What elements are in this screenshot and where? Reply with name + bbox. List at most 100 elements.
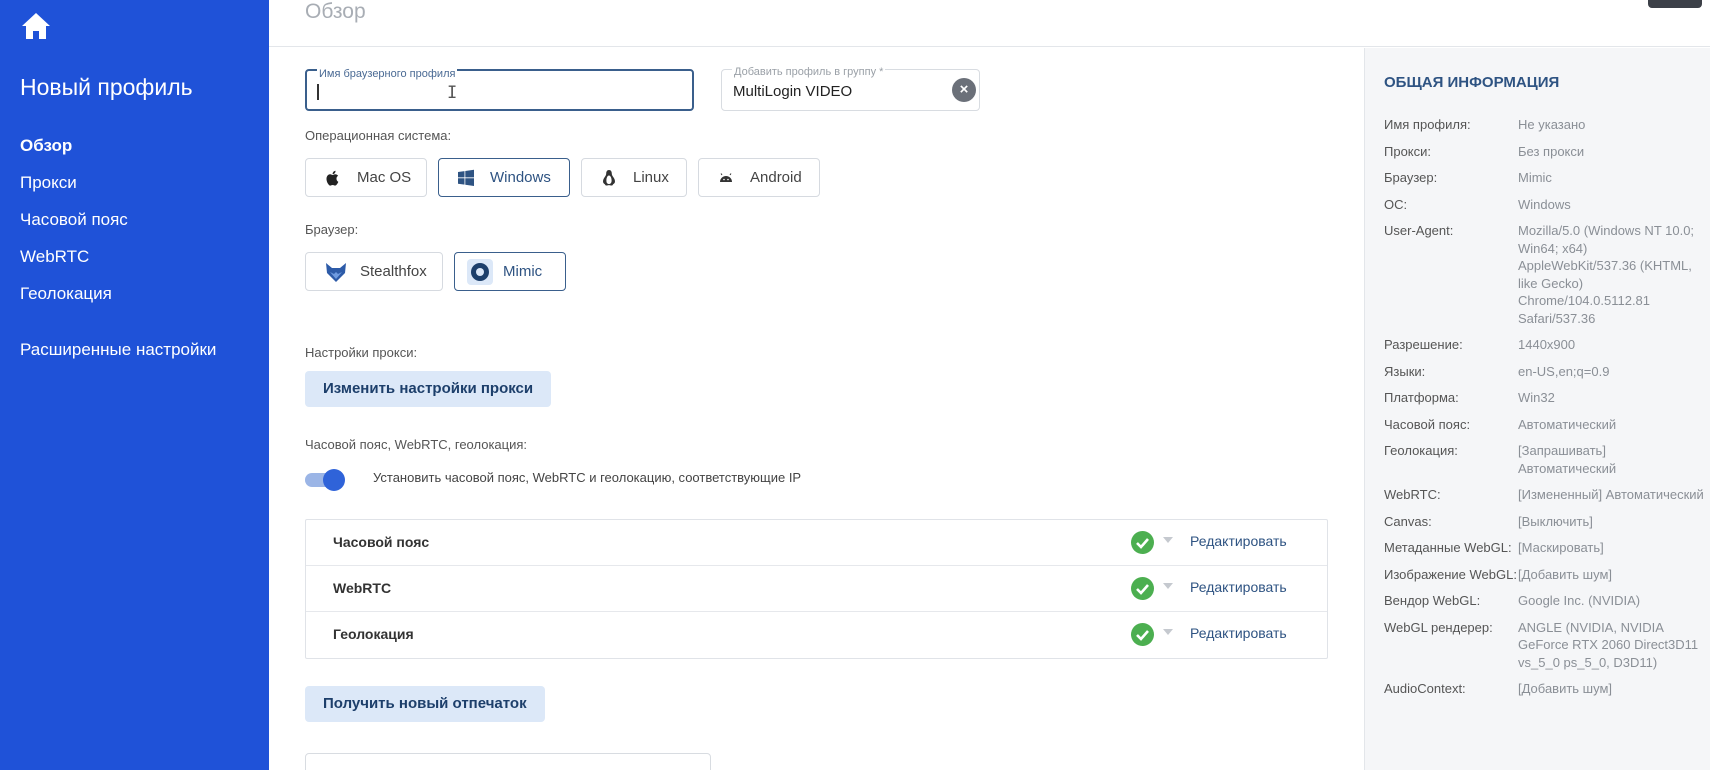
info-row: Платформа: Win32 (1384, 389, 1704, 407)
page-title: Обзор (305, 0, 366, 23)
info-row: Имя профиля: Не указано (1384, 116, 1704, 134)
info-value: en-US,en;q=0.9 (1518, 363, 1610, 379)
sidebar-item-webrtc[interactable]: WebRTC (20, 244, 128, 281)
edit-timezone-link[interactable]: Редактировать (1190, 533, 1287, 549)
info-key: Имя профиля: (1384, 117, 1471, 132)
info-value: [Маскировать] (1518, 540, 1604, 555)
info-row: Вендор WebGL: Google Inc. (NVIDIA) (1384, 592, 1704, 610)
auto-timezone-toggle[interactable] (305, 469, 345, 491)
toggle-knob (323, 469, 345, 491)
group-select-field[interactable]: Добавить профиль в группу * MultiLogin V… (721, 66, 980, 111)
info-key: Платформа: (1384, 390, 1459, 405)
info-row: Метаданные WebGL: [Маскировать] (1384, 539, 1704, 557)
sidebar-item-advanced[interactable]: Расширенные настройки (20, 340, 216, 360)
info-key: User-Agent: (1384, 223, 1454, 238)
info-key: AudioContext: (1384, 681, 1466, 696)
profile-name-label: Имя браузерного профиля (317, 68, 458, 80)
info-row: Canvas: [Выключить] (1384, 513, 1704, 531)
row-label: WebRTC (333, 580, 392, 596)
row-label: Геолокация (333, 626, 414, 642)
profile-name-field[interactable]: Имя браузерного профиля I (305, 68, 694, 111)
info-row: Прокси: Без прокси (1384, 143, 1704, 161)
group-select-label: Добавить профиль в группу * (732, 66, 886, 78)
list-item-geolocation: Геолокация Редактировать (306, 612, 1327, 658)
info-key: Прокси: (1384, 143, 1432, 159)
stealthfox-icon (326, 262, 346, 282)
info-key: Изображение WebGL: (1384, 566, 1517, 582)
os-option-label: Linux (633, 169, 669, 186)
info-row: Разрешение: 1440x900 (1384, 336, 1704, 354)
timezone-section-label: Часовой пояс, WebRTC, геолокация: (305, 437, 528, 452)
main-content: Имя браузерного профиля I Добавить профи… (269, 48, 1364, 770)
sidebar: Новый профиль Обзор Прокси Часовой пояс … (0, 0, 269, 770)
info-value: [Выключить] (1518, 513, 1593, 529)
edit-geolocation-link[interactable]: Редактировать (1190, 625, 1287, 641)
browser-option-mimic[interactable]: Mimic (454, 252, 566, 291)
os-option-macos[interactable]: Mac OS (305, 158, 427, 197)
bottom-input-field[interactable] (305, 753, 711, 770)
info-row: Геолокация: [Запрашивать] Автоматический (1384, 442, 1704, 477)
edit-webrtc-link[interactable]: Редактировать (1190, 579, 1287, 595)
linux-penguin-icon (603, 169, 615, 185)
clear-icon[interactable]: × (952, 78, 976, 102)
timezone-settings-list: Часовой пояс Редактировать WebRTC Редакт… (305, 519, 1328, 659)
sidebar-item-geolocation[interactable]: Геолокация (20, 281, 128, 318)
info-key: Браузер: (1384, 170, 1438, 185)
os-option-label: Mac OS (357, 169, 412, 186)
info-key: Вендор WebGL: (1384, 593, 1481, 608)
info-row: User-Agent: Mozilla/5.0 (Windows NT 10.0;… (1384, 222, 1704, 327)
info-value: ANGLE (NVIDIA, NVIDIA GeForce RTX 2060 D… (1518, 619, 1699, 670)
info-key: Метаданные WebGL: (1384, 540, 1512, 555)
mimic-icon (467, 258, 493, 285)
sidebar-nav: Обзор Прокси Часовой пояс WebRTC Геолока… (20, 133, 128, 318)
info-row: Браузер: Mimic (1384, 169, 1704, 187)
os-option-android[interactable]: Android (698, 158, 820, 197)
info-key: Геолокация: (1384, 443, 1458, 458)
edit-proxy-button[interactable]: Изменить настройки прокси (305, 371, 552, 407)
os-option-linux[interactable]: Linux (581, 158, 687, 197)
sidebar-item-overview[interactable]: Обзор (20, 133, 128, 170)
auto-timezone-toggle-label: Установить часовой пояс, WebRTC и геолок… (373, 470, 802, 485)
info-value: Mimic (1518, 170, 1552, 185)
info-key: Часовой пояс: (1384, 416, 1471, 432)
browser-option-label: Mimic (503, 263, 543, 280)
os-option-windows[interactable]: Windows (438, 158, 570, 197)
info-value: [Запрашивать] Автоматический (1518, 443, 1617, 476)
top-right-button[interactable] (1648, 0, 1702, 8)
caret-down-icon[interactable] (1163, 629, 1173, 635)
home-icon[interactable] (20, 11, 52, 41)
info-key: Canvas: (1384, 513, 1432, 529)
info-key: WebRTC: (1384, 487, 1441, 502)
sidebar-title: Новый профиль (20, 74, 193, 100)
info-key: ОС: (1384, 196, 1408, 212)
info-value: Windows (1518, 196, 1571, 212)
os-label: Операционная система: (305, 128, 452, 143)
group-select-value: MultiLogin VIDEO (733, 83, 853, 100)
info-value: Mozilla/5.0 (Windows NT 10.0; Win64; x64… (1518, 223, 1695, 326)
list-item-webrtc: WebRTC Редактировать (306, 566, 1327, 612)
info-value: [Добавить шум] (1518, 566, 1613, 582)
windows-icon (458, 169, 474, 186)
list-item-timezone: Часовой пояс Редактировать (306, 520, 1327, 566)
browser-label: Браузер: (305, 222, 359, 237)
info-row: ОС: Windows (1384, 196, 1704, 214)
browser-option-stealthfox[interactable]: Stealthfox (305, 252, 443, 291)
info-panel-title: ОБЩАЯ ИНФОРМАЦИЯ (1384, 74, 1560, 91)
info-value: [Добавить шум] (1518, 681, 1613, 696)
new-fingerprint-button[interactable]: Получить новый отпечаток (305, 686, 545, 722)
apple-icon (326, 170, 339, 186)
info-list: Имя профиля: Не указано Прокси: Без прокси Б… (1384, 116, 1704, 707)
os-option-label: Windows (490, 169, 551, 186)
caret-down-icon[interactable] (1163, 537, 1173, 543)
caret-down-icon[interactable] (1163, 583, 1173, 589)
info-row: WebGL рендерер: ANGLE (NVIDIA, NVIDIA GeF… (1384, 619, 1704, 672)
sidebar-item-timezone[interactable]: Часовой пояс (20, 207, 128, 244)
info-value: Не указано (1518, 117, 1586, 132)
info-row: Часовой пояс: Автоматический (1384, 416, 1704, 434)
info-row: Языки: en-US,en;q=0.9 (1384, 363, 1704, 381)
check-circle-icon (1131, 577, 1154, 600)
os-option-label: Android (750, 169, 802, 186)
info-row: Изображение WebGL: [Добавить шум] (1384, 566, 1704, 584)
info-value: Без прокси (1518, 143, 1585, 159)
sidebar-item-proxy[interactable]: Прокси (20, 170, 128, 207)
